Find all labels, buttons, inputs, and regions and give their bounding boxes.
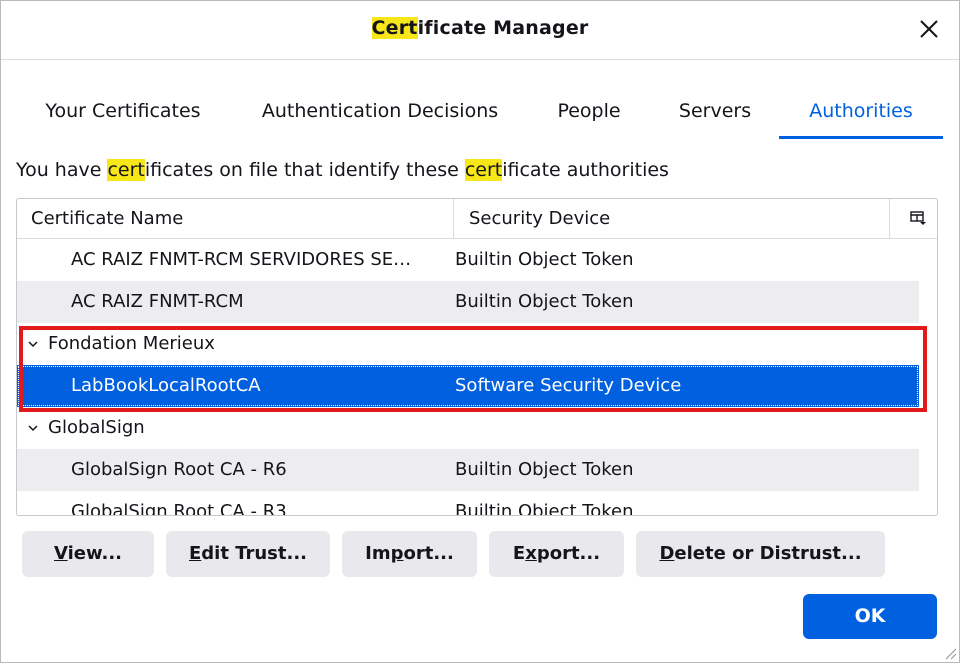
security-device: Builtin Object Token bbox=[455, 249, 634, 270]
export-accel: x bbox=[525, 543, 537, 564]
import-button[interactable]: Import... bbox=[342, 531, 477, 577]
desc-text-3: ificate authorities bbox=[502, 159, 669, 181]
desc-search-highlight-1: cert bbox=[107, 159, 145, 181]
column-picker-icon bbox=[910, 211, 926, 225]
title-search-highlight: Cert bbox=[371, 17, 418, 39]
tab-people[interactable]: People bbox=[535, 85, 643, 139]
tree-header: Certificate Name Security Device bbox=[17, 199, 937, 239]
ok-button[interactable]: OK bbox=[803, 594, 937, 639]
chevron-down-icon[interactable] bbox=[27, 423, 39, 433]
certificate-manager-dialog: Certificate Manager Your Certificates Au… bbox=[0, 0, 960, 663]
security-device: Builtin Object Token bbox=[455, 291, 634, 312]
delete-label: elete or Distrust... bbox=[674, 543, 862, 564]
title-text: ificate Manager bbox=[417, 17, 589, 39]
export-button[interactable]: Export... bbox=[489, 531, 624, 577]
cert-name: GlobalSign Root CA - R3 bbox=[71, 501, 287, 516]
security-device: Builtin Object Token bbox=[455, 501, 634, 516]
group-name: GlobalSign bbox=[48, 417, 145, 438]
cert-row[interactable]: GlobalSign Root CA - R6 Builtin Object T… bbox=[17, 449, 919, 491]
security-device: Software Security Device bbox=[455, 375, 682, 396]
export-label-pre: E bbox=[512, 543, 526, 564]
dialog-title: Certificate Manager bbox=[1, 17, 959, 39]
cert-row[interactable]: AC RAIZ FNMT-RCM SERVIDORES SE… Builtin … bbox=[17, 239, 919, 281]
column-header-certificate-name[interactable]: Certificate Name bbox=[17, 199, 454, 238]
desc-text-2: ificates on file that identify these bbox=[144, 159, 465, 181]
column-picker-button[interactable] bbox=[907, 207, 929, 229]
edit-trust-label: dit Trust... bbox=[201, 543, 308, 564]
tab-your-certificates[interactable]: Your Certificates bbox=[21, 85, 225, 139]
cert-row[interactable]: AC RAIZ FNMT-RCM Builtin Object Token bbox=[17, 281, 919, 323]
cert-name: LabBookLocalRootCA bbox=[71, 375, 261, 396]
certificate-tree[interactable]: Certificate Name Security Device AC RAIZ… bbox=[16, 198, 938, 516]
group-row-globalsign[interactable]: GlobalSign bbox=[17, 407, 919, 449]
group-row-fondation-merieux[interactable]: Fondation Merieux bbox=[17, 323, 919, 365]
close-icon bbox=[920, 20, 938, 38]
edit-trust-accel: E bbox=[188, 543, 202, 564]
view-accel: V bbox=[54, 543, 68, 564]
delete-accel: D bbox=[659, 543, 675, 564]
security-device: Builtin Object Token bbox=[455, 459, 634, 480]
title-bar: Certificate Manager bbox=[1, 1, 959, 60]
tab-authentication-decisions[interactable]: Authentication Decisions bbox=[245, 85, 515, 139]
tab-servers[interactable]: Servers bbox=[663, 85, 767, 139]
group-name: Fondation Merieux bbox=[48, 333, 215, 354]
close-button[interactable] bbox=[913, 13, 945, 45]
tab-bar: Your Certificates Authentication Decisio… bbox=[1, 85, 959, 141]
view-button[interactable]: View... bbox=[22, 531, 154, 577]
cert-row-selected[interactable]: LabBookLocalRootCA Software Security Dev… bbox=[17, 365, 919, 407]
column-header-security-device[interactable]: Security Device bbox=[455, 199, 890, 238]
desc-text-1: You have bbox=[16, 159, 108, 181]
view-label: iew... bbox=[67, 543, 122, 564]
import-label-pre: Im bbox=[365, 543, 391, 564]
desc-search-highlight-2: cert bbox=[464, 159, 503, 181]
import-accel: p bbox=[390, 543, 404, 564]
chevron-down-icon[interactable] bbox=[27, 339, 39, 349]
cert-name: GlobalSign Root CA - R6 bbox=[71, 459, 287, 480]
edit-trust-button[interactable]: Edit Trust... bbox=[166, 531, 330, 577]
cert-row[interactable]: GlobalSign Root CA - R3 Builtin Object T… bbox=[17, 491, 919, 516]
tree-rows: AC RAIZ FNMT-RCM SERVIDORES SE… Builtin … bbox=[17, 239, 937, 515]
authorities-description: You have certificates on file that ident… bbox=[16, 159, 669, 181]
resize-grip-icon[interactable] bbox=[943, 646, 957, 660]
cert-name: AC RAIZ FNMT-RCM SERVIDORES SE… bbox=[71, 249, 412, 270]
tab-authorities[interactable]: Authorities bbox=[779, 85, 943, 139]
import-label: ort... bbox=[403, 543, 454, 564]
cert-name: AC RAIZ FNMT-RCM bbox=[71, 291, 244, 312]
delete-or-distrust-button[interactable]: Delete or Distrust... bbox=[636, 531, 885, 577]
export-label: port... bbox=[536, 543, 601, 564]
